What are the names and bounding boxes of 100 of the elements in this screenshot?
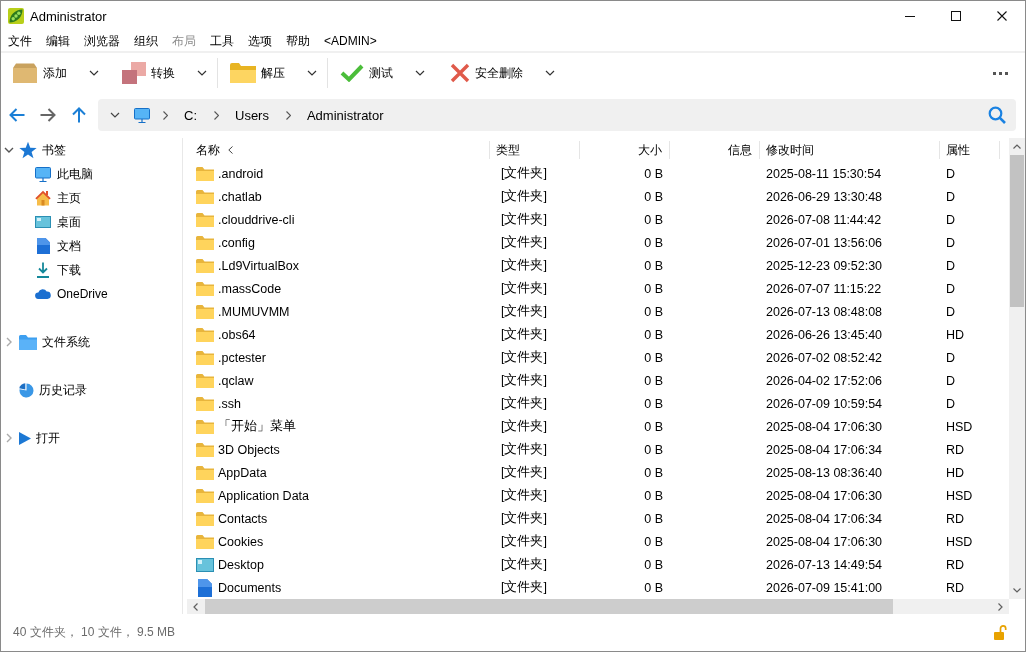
chevron-down-icon[interactable]	[1013, 588, 1021, 593]
file-name: 「开始」菜单	[218, 418, 296, 435]
column-header[interactable]: 属性	[940, 141, 1000, 159]
menu-item[interactable]: 浏览器	[77, 31, 127, 51]
folder-icon	[196, 327, 214, 342]
file-name: Cookies	[218, 534, 264, 549]
modified-date: 2026-07-01 13:56:06	[766, 235, 883, 250]
column-header[interactable]: 信息	[670, 141, 760, 159]
dropdown-button[interactable]	[110, 112, 120, 118]
file-name: .config	[218, 235, 255, 250]
folder-icon	[196, 442, 214, 457]
chevron-right-icon[interactable]	[998, 602, 1003, 611]
squares-icon	[122, 62, 146, 84]
folder-icon	[196, 235, 214, 250]
sidebar-item[interactable]: 书签	[19, 141, 66, 159]
toolbar-button[interactable]: 解压	[222, 56, 325, 90]
pie-icon	[19, 382, 34, 398]
sidebar-item[interactable]: 此电脑	[35, 165, 93, 183]
checkmark-icon	[340, 64, 364, 82]
file-size: 0 B	[644, 281, 663, 296]
file-name: AppData	[218, 465, 267, 480]
more-button[interactable]	[993, 71, 1008, 75]
file-size: 0 B	[644, 534, 663, 549]
breadcrumb[interactable]: Users	[231, 107, 273, 123]
search-button[interactable]	[988, 106, 1006, 124]
sidebar-item[interactable]: 桌面	[35, 213, 81, 231]
search-icon	[988, 106, 1006, 124]
sidebar-item[interactable]: 历史记录	[19, 381, 87, 399]
column-header[interactable]: 修改时间	[760, 141, 940, 159]
toolbar-button[interactable]: 添加	[4, 56, 107, 90]
column-header[interactable]: 类型	[490, 141, 580, 159]
toolbar-button[interactable]: 安全删除	[440, 56, 563, 90]
horizontal-scrollbar[interactable]	[187, 599, 1009, 614]
folder-icon	[196, 488, 214, 503]
file-size: 0 B	[644, 419, 663, 434]
file-attributes: HD	[946, 327, 965, 342]
menu-item[interactable]: 帮助	[279, 31, 317, 51]
file-size: 0 B	[644, 235, 663, 250]
file-type: [文件夹]	[501, 418, 547, 435]
file-attributes: D	[946, 235, 956, 250]
padlock-icon	[994, 625, 1007, 640]
menu-item[interactable]: 工具	[203, 31, 241, 51]
file-name: .MUMUVMM	[218, 304, 290, 319]
file-type: [文件夹]	[501, 579, 547, 596]
chevron-down-icon[interactable]	[4, 147, 14, 153]
sidebar-item[interactable]: 文件系统	[19, 333, 90, 351]
sidebar-item[interactable]: 文档	[35, 237, 81, 255]
file-type: [文件夹]	[501, 257, 547, 274]
modified-date: 2025-08-04 17:06:30	[766, 419, 883, 434]
chevron-right-icon	[285, 110, 291, 120]
file-name: .ssh	[218, 396, 241, 411]
menu-item[interactable]: 组织	[127, 31, 165, 51]
file-type: [文件夹]	[501, 372, 547, 389]
file-size: 0 B	[644, 511, 663, 526]
menu-item[interactable]: 编辑	[39, 31, 77, 51]
file-type: [文件夹]	[501, 395, 547, 412]
chevron-left-icon[interactable]	[193, 602, 198, 611]
file-type: [文件夹]	[501, 165, 547, 182]
modified-date: 2025-08-13 08:36:40	[766, 465, 883, 480]
toolbar-button[interactable]: 转换	[114, 56, 215, 90]
menu-item[interactable]: 选项	[241, 31, 279, 51]
file-name: .clouddrive-cli	[218, 212, 295, 227]
sidebar-item[interactable]: 主页	[35, 189, 81, 207]
file-name: .chatlab	[218, 189, 262, 204]
file-type: [文件夹]	[501, 303, 547, 320]
column-header[interactable]: 名称	[187, 141, 490, 159]
file-type: [文件夹]	[501, 556, 547, 573]
chevron-right-icon[interactable]	[6, 433, 12, 443]
chevron-right-icon[interactable]	[6, 337, 12, 347]
file-attributes: D	[946, 189, 956, 204]
breadcrumb[interactable]: C:	[180, 107, 201, 123]
file-name: .Ld9VirtualBox	[218, 258, 300, 273]
house-icon	[35, 190, 51, 206]
minimize-icon	[905, 15, 915, 17]
sidebar-item[interactable]: OneDrive	[35, 287, 108, 301]
file-attributes: D	[946, 373, 956, 388]
modified-date: 2026-06-26 13:45:40	[766, 327, 883, 342]
sidebar-item[interactable]: 下载	[35, 261, 81, 279]
column-header[interactable]: 大小	[580, 141, 670, 159]
file-type: [文件夹]	[501, 487, 547, 504]
vertical-scrollbar[interactable]	[1009, 138, 1025, 599]
file-attributes: D	[946, 396, 956, 411]
scrollbar-thumb[interactable]	[1010, 155, 1024, 307]
file-attributes: HSD	[946, 419, 973, 434]
modified-date: 2025-08-04 17:06:30	[766, 534, 883, 549]
toolbar-button[interactable]: 测试	[332, 56, 433, 90]
menu-item[interactable]: <ADMIN>	[317, 31, 384, 51]
menu-item[interactable]: 文件	[1, 31, 39, 51]
file-type: [文件夹]	[501, 533, 547, 550]
file-size: 0 B	[644, 557, 663, 572]
folder-icon	[196, 373, 214, 388]
breadcrumb[interactable]: Administrator	[302, 107, 388, 123]
file-size: 0 B	[644, 396, 663, 411]
sidebar-item[interactable]: 打开	[19, 429, 60, 447]
chevron-up-icon[interactable]	[1013, 144, 1021, 149]
file-size: 0 B	[644, 350, 663, 365]
play-icon	[19, 431, 31, 445]
star-icon	[19, 141, 37, 159]
address-bar[interactable]: C: Users Administrator	[98, 99, 1016, 131]
scrollbar-thumb[interactable]	[205, 599, 893, 614]
